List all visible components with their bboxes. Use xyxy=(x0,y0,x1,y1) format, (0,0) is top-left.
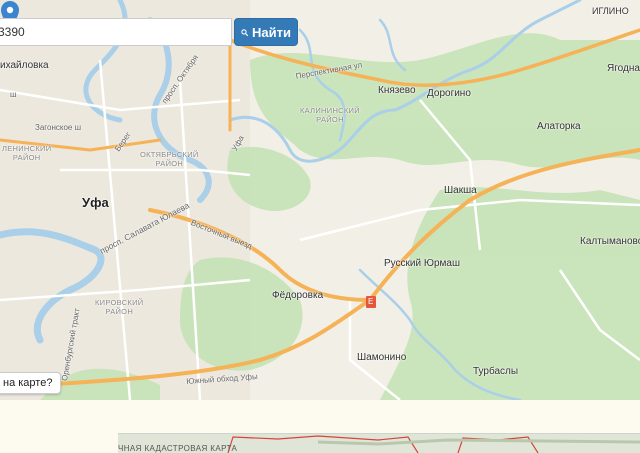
district-label-oktyabrsky: ОКТЯБРЬСКИЙ РАЙОН xyxy=(140,150,199,168)
find-button-label: Найти xyxy=(252,24,291,40)
place-label-shamonino: Шамонино xyxy=(357,352,407,363)
place-label-iglino: ИГЛИНО xyxy=(592,6,629,16)
place-label-mikhaylovka: ихайловка xyxy=(0,60,49,71)
search-input[interactable] xyxy=(0,19,231,45)
place-label-alatorka: Алаторка xyxy=(537,121,581,132)
place-label-fedorovka: Фёдоровка xyxy=(272,290,324,301)
place-label-shaksha: Шакша xyxy=(444,185,477,196)
street-label-sh: ш xyxy=(10,90,17,99)
city-label-ufa: Уфа xyxy=(82,195,109,210)
find-button[interactable]: Найти xyxy=(234,18,298,46)
place-label-knyazevo: Князево xyxy=(378,85,416,96)
search-icon xyxy=(241,28,249,36)
place-label-yagodnaya: Ягодна xyxy=(607,63,640,74)
place-label-dorogino: Дорогино xyxy=(427,88,471,99)
cadastral-map-preview[interactable]: ЧНАЯ КАДАСТРОВАЯ КАРТА xyxy=(118,433,640,453)
search-box xyxy=(0,18,232,46)
road-shield: E xyxy=(368,297,374,306)
place-label-turbasly: Турбаслы xyxy=(473,366,519,377)
map-canvas[interactable]: ихайловка ш Загонское ш ЛЕНИНСКИЙ РАЙОН … xyxy=(0,0,640,400)
district-label-leninsky: ЛЕНИНСКИЙ РАЙОН xyxy=(2,144,52,162)
help-link[interactable]: на карте? xyxy=(0,372,62,394)
place-label-russky-yurmash: Русский Юрмаш xyxy=(384,258,461,269)
district-label-kalininsky: КАЛИНИНСКИЙ РАЙОН xyxy=(300,106,360,124)
place-label-kaltymanovo: Калтыманово xyxy=(580,236,640,247)
street-label-zagonskoe: Загонское ш xyxy=(35,123,82,132)
district-label-kirovsky: КИРОВСКИЙ РАЙОН xyxy=(95,298,144,316)
